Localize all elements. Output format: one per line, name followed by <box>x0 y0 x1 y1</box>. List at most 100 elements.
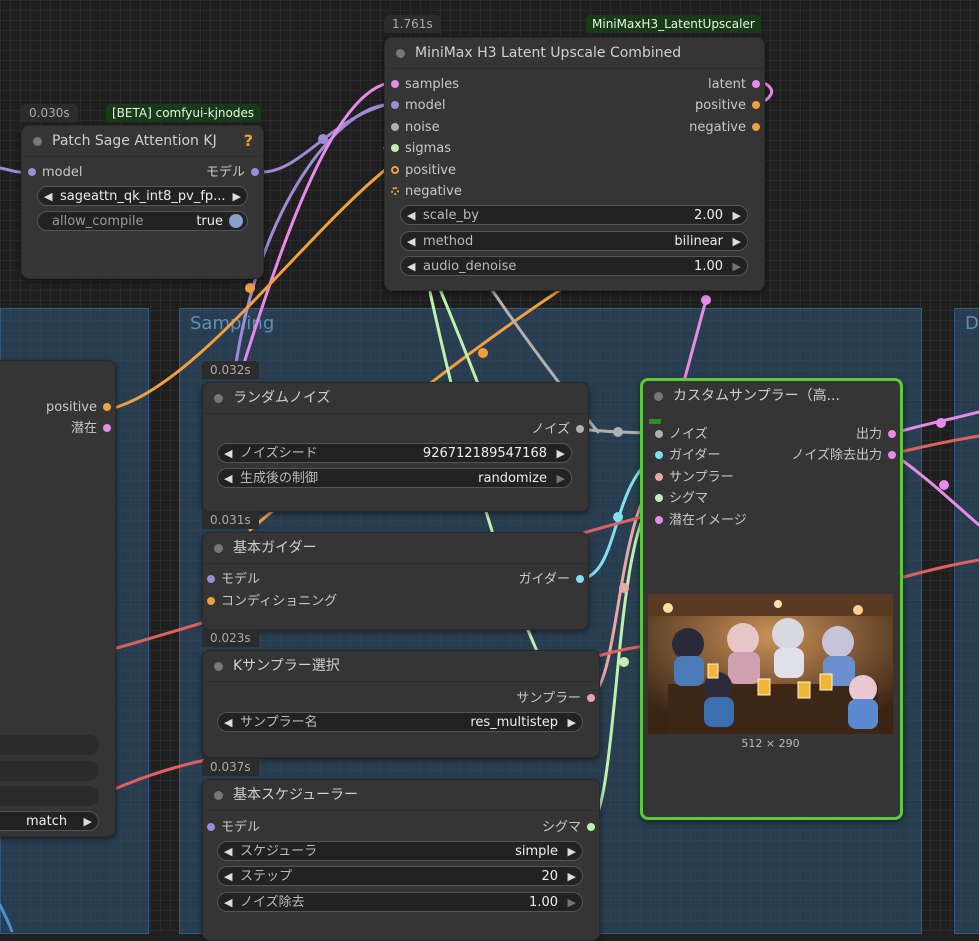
output-guider[interactable]: ガイダー <box>519 571 584 589</box>
node-title[interactable]: カスタムサンプラー（高... <box>643 381 900 411</box>
collapse-dot-icon[interactable] <box>33 137 42 146</box>
random-noise-node[interactable]: ランダムノイズ ノイズ ◀ ノイズシード 926712189547168 ▶ ◀ 生成後… <box>202 382 589 512</box>
input-sampler[interactable]: サンプラー <box>655 469 734 487</box>
basic-scheduler-node[interactable]: 基本スケジューラー モデル シグマ ◀ スケジューラ simple ▶ ◀ ステップ 20… <box>202 779 600 941</box>
reroute-dot <box>701 295 711 305</box>
reroute-dot <box>619 583 629 593</box>
output-denoised-output[interactable]: ノイズ除去出力 <box>791 447 896 465</box>
collapse-dot-icon[interactable] <box>214 394 223 403</box>
sage-attention-combo[interactable]: ◀ sageattn_qk_int8_pv_fp... ▶ <box>37 186 248 206</box>
link-red-4 <box>596 644 647 658</box>
increment-arrow-icon: ▶ <box>232 190 241 203</box>
preview-caption: 512 × 290 <box>741 737 800 750</box>
collapse-dot-icon[interactable] <box>214 662 223 671</box>
output-sigmas[interactable]: シグマ <box>542 819 595 837</box>
preview-image[interactable] <box>648 594 893 734</box>
hidden-widget[interactable] <box>0 786 99 806</box>
denoise-widget[interactable]: ◀ ノイズ除去 1.00 ▶ <box>217 892 583 912</box>
reroute-dot <box>478 348 488 358</box>
scale-by-widget[interactable]: ◀ scale_by 2.00 ▶ <box>400 205 748 225</box>
decrement-arrow-icon: ◀ <box>44 190 53 203</box>
node-title[interactable]: MiniMax H3 Latent Upscale Combined <box>385 38 764 69</box>
collapse-dot-icon[interactable] <box>396 49 405 58</box>
link-pink-latent-out <box>681 298 708 387</box>
input-conditioning[interactable]: コンディショニング <box>207 593 337 611</box>
execution-time-badge: 0.032s <box>202 361 259 379</box>
input-negative[interactable]: negative <box>391 183 462 201</box>
match-widget[interactable]: match ▶ <box>0 811 99 831</box>
help-icon[interactable]: ? <box>244 131 253 150</box>
noise-seed-widget[interactable]: ◀ ノイズシード 926712189547168 ▶ <box>217 443 572 463</box>
minimax-upscale-node[interactable]: MiniMax H3 Latent Upscale Combined sampl… <box>384 37 765 291</box>
decrement-arrow-icon: ◀ <box>224 870 233 883</box>
basic-guider-node[interactable]: 基本ガイダー モデル コンディショニング ガイダー <box>202 532 589 630</box>
input-noise[interactable]: noise <box>391 119 440 137</box>
execution-time-badge: 0.030s <box>21 104 78 122</box>
patch-sage-attention-node[interactable]: Patch Sage Attention KJ ? model モデル ◀ sag… <box>21 125 264 279</box>
ksampler-select-node[interactable]: Kサンプラー選択 サンプラー ◀ サンプラー名 res_multistep ▶ <box>202 650 600 758</box>
node-pack-badge: [BETA] comfyui-kjnodes <box>106 104 261 122</box>
input-guider[interactable]: ガイダー <box>655 447 720 465</box>
node-title[interactable]: Patch Sage Attention KJ <box>22 126 263 157</box>
link-pink-latent <box>243 82 387 362</box>
decrement-arrow-icon: ◀ <box>224 716 233 729</box>
input-sigmas[interactable]: sigmas <box>391 140 451 158</box>
node-title[interactable]: 基本スケジューラー <box>203 780 599 811</box>
input-samples[interactable]: samples <box>391 76 459 94</box>
decrement-arrow-icon: ◀ <box>224 447 233 460</box>
input-model[interactable]: model <box>391 97 445 115</box>
decrement-arrow-icon: ◀ <box>224 896 233 909</box>
increment-arrow-icon: ▶ <box>567 870 576 883</box>
execution-time-badge: 0.031s <box>202 511 259 529</box>
collapse-dot-icon[interactable] <box>214 791 223 800</box>
link-right-1 <box>764 82 774 102</box>
hidden-widget[interactable] <box>0 735 99 755</box>
reroute-dot <box>245 283 255 293</box>
input-model[interactable]: モデル <box>207 571 260 589</box>
scheduler-widget[interactable]: ◀ スケジューラ simple ▶ <box>217 841 583 861</box>
input-sigmas[interactable]: シグマ <box>655 490 708 508</box>
output-positive[interactable]: positive <box>695 97 760 115</box>
output-latent[interactable]: 潜在 <box>71 420 111 438</box>
output-output[interactable]: 出力 <box>856 426 896 444</box>
increment-arrow-icon: ▶ <box>556 447 565 460</box>
input-model[interactable]: モデル <box>207 819 260 837</box>
input-noise[interactable]: ノイズ <box>655 426 708 444</box>
output-noise[interactable]: ノイズ <box>531 421 584 439</box>
execution-time-badge: 0.023s <box>202 629 259 647</box>
output-sampler[interactable]: サンプラー <box>516 690 595 708</box>
custom-sampler-advanced-node[interactable]: カスタムサンプラー（高... ノイズ ガイダー サンプラー シグマ 潜在イメージ… <box>640 378 903 820</box>
input-positive[interactable]: positive <box>391 162 456 180</box>
link-out-pink-2 <box>893 453 979 527</box>
decrement-arrow-icon: ◀ <box>407 260 416 273</box>
link-red-right-2 <box>898 434 979 454</box>
collapse-dot-icon[interactable] <box>214 544 223 553</box>
decrement-arrow-icon: ◀ <box>224 472 233 485</box>
output-model[interactable]: モデル <box>206 164 259 182</box>
node-title[interactable]: 基本ガイダー <box>203 533 588 564</box>
node-title[interactable]: Kサンプラー選択 <box>203 651 599 682</box>
collapse-dot-icon[interactable] <box>654 392 663 401</box>
reroute-dot <box>613 427 623 437</box>
allow-compile-toggle[interactable]: allow_compile true <box>37 211 248 231</box>
node-pack-badge: MiniMaxH3_LatentUpscaler <box>586 15 761 33</box>
steps-widget[interactable]: ◀ ステップ 20 ▶ <box>217 866 583 886</box>
method-widget[interactable]: ◀ method bilinear ▶ <box>400 231 748 251</box>
progress-indicator <box>649 419 661 424</box>
control-after-generate-widget[interactable]: ◀ 生成後の制御 randomize ▶ <box>217 468 572 488</box>
input-model[interactable]: model <box>28 164 82 182</box>
output-latent[interactable]: latent <box>708 76 760 94</box>
hidden-widget[interactable] <box>0 761 99 781</box>
preview-picture <box>648 594 893 734</box>
increment-arrow-icon: ▶ <box>567 896 576 909</box>
sampler-name-widget[interactable]: ◀ サンプラー名 res_multistep ▶ <box>217 712 583 732</box>
toggle-knob[interactable] <box>229 214 243 228</box>
reroute-dot <box>936 418 946 428</box>
reroute-dot <box>613 512 623 522</box>
output-negative[interactable]: negative <box>689 119 760 137</box>
output-positive[interactable]: positive <box>46 399 111 417</box>
input-latent-image[interactable]: 潜在イメージ <box>655 512 747 530</box>
left-partial-node[interactable]: positive 潜在 match ▶ <box>0 360 116 837</box>
audio-denoise-widget[interactable]: ◀ audio_denoise 1.00 ▶ <box>400 256 748 276</box>
node-title[interactable]: ランダムノイズ <box>203 383 588 414</box>
